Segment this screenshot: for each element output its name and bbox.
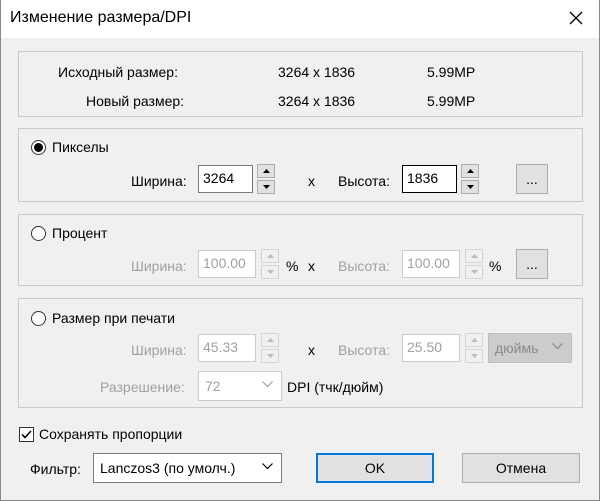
print-times-sign: x: [308, 342, 315, 358]
filter-select[interactable]: Lanczos3 (по умолч.): [93, 453, 282, 483]
print-unit-select[interactable]: дюймь: [488, 333, 572, 363]
arrow-down-icon: [470, 270, 478, 274]
arrow-down-icon: [466, 185, 474, 189]
pixels-height-spinner[interactable]: [461, 164, 479, 194]
pixels-more-button[interactable]: ...: [516, 164, 548, 194]
arrow-up-icon: [266, 254, 274, 258]
cancel-button[interactable]: Отмена: [462, 453, 580, 483]
pixels-width-input[interactable]: 3264: [198, 165, 253, 193]
close-icon: [569, 11, 583, 25]
pixels-label: Пикселы: [52, 139, 109, 155]
print-width-input[interactable]: 45.33: [198, 334, 256, 362]
pixels-height-label: Высота:: [338, 173, 390, 189]
arrow-up-icon: [466, 169, 474, 173]
spin-down-button[interactable]: [261, 349, 279, 363]
chevron-down-icon: [262, 463, 273, 470]
pixels-times-sign: x: [308, 173, 315, 189]
window-title: Изменение размера/DPI: [10, 9, 192, 26]
percent-height-unit: %: [489, 258, 502, 274]
print-unit-value: дюймь: [495, 340, 539, 356]
new-size-mp: 5.99MP: [427, 93, 476, 109]
percent-radio-option[interactable]: Процент: [31, 225, 107, 241]
percent-label: Процент: [52, 225, 108, 241]
percent-times-sign: x: [308, 258, 315, 274]
arrow-up-icon: [262, 169, 270, 173]
arrow-down-icon: [266, 354, 274, 358]
filter-label: Фильтр:: [30, 461, 81, 477]
arrow-down-icon: [266, 270, 274, 274]
print-size-label: Размер при печати: [52, 310, 175, 326]
new-size-label: Новый размер:: [86, 93, 185, 109]
arrow-up-icon: [470, 338, 478, 342]
keep-proportions-option[interactable]: Сохранять пропорции: [19, 426, 182, 442]
pixels-width-spinner[interactable]: [257, 164, 275, 194]
percent-height-spinner[interactable]: [465, 249, 483, 279]
print-width-spinner[interactable]: [261, 333, 279, 363]
filter-value: Lanczos3 (по умолч.): [100, 460, 236, 476]
percent-more-button[interactable]: ...: [516, 249, 548, 279]
spin-down-button[interactable]: [257, 180, 275, 194]
print-height-label: Высота:: [338, 342, 390, 358]
original-size-label: Исходный размер:: [58, 64, 178, 80]
percent-width-input[interactable]: 100.00: [198, 250, 256, 278]
percent-height-label: Высота:: [338, 258, 390, 274]
arrow-up-icon: [266, 338, 274, 342]
radio-selected-dot: [34, 142, 43, 152]
pixels-width-label: Ширина:: [131, 173, 187, 189]
print-width-label: Ширина:: [131, 342, 187, 358]
resolution-select[interactable]: 72: [198, 371, 282, 401]
resolution-label: Разрешение:: [100, 379, 185, 395]
chevron-down-icon: [552, 343, 563, 350]
pixels-radio-option[interactable]: Пикселы: [31, 139, 109, 155]
arrow-down-icon: [262, 185, 270, 189]
keep-proportions-checkbox[interactable]: [19, 426, 34, 442]
percent-width-unit: %: [286, 258, 299, 274]
spin-down-button[interactable]: [461, 180, 479, 194]
spin-up-button[interactable]: [465, 333, 483, 347]
original-size-dims: 3264 x 1836: [278, 64, 356, 80]
print-size-radio-option[interactable]: Размер при печати: [31, 310, 175, 326]
spin-down-button[interactable]: [465, 349, 483, 363]
spin-up-button[interactable]: [261, 333, 279, 347]
pixels-height-input[interactable]: 1836: [402, 165, 457, 193]
print-height-spinner[interactable]: [465, 333, 483, 363]
spin-down-button[interactable]: [261, 265, 279, 279]
resolution-unit: DPI (тчк/дюйм): [287, 379, 384, 395]
arrow-down-icon: [470, 354, 478, 358]
percent-width-spinner[interactable]: [261, 249, 279, 279]
new-size-dims: 3264 x 1836: [278, 93, 356, 109]
percent-height-input[interactable]: 100.00: [402, 250, 460, 278]
resolution-value: 72: [205, 378, 221, 394]
chevron-down-icon: [262, 381, 273, 388]
spin-up-button[interactable]: [257, 164, 275, 178]
spin-up-button[interactable]: [461, 164, 479, 178]
checkmark-icon: [21, 429, 32, 439]
print-height-input[interactable]: 25.50: [402, 334, 460, 362]
spin-up-button[interactable]: [261, 249, 279, 263]
percent-width-label: Ширина:: [131, 258, 187, 274]
ok-button[interactable]: OK: [316, 453, 434, 483]
arrow-up-icon: [470, 254, 478, 258]
percent-radio[interactable]: [31, 225, 46, 241]
spin-down-button[interactable]: [465, 265, 483, 279]
spin-up-button[interactable]: [465, 249, 483, 263]
keep-proportions-label: Сохранять пропорции: [39, 426, 183, 442]
close-button[interactable]: [556, 2, 596, 34]
print-size-radio[interactable]: [31, 310, 46, 326]
original-size-mp: 5.99MP: [427, 64, 476, 80]
pixels-radio[interactable]: [31, 139, 46, 155]
